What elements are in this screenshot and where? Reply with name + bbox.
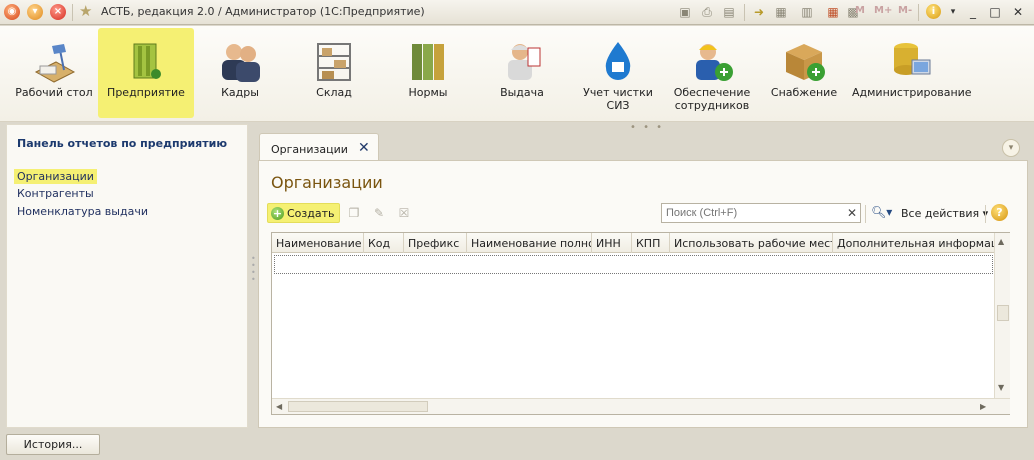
delete-mark-icon[interactable]: ☒ xyxy=(397,206,411,220)
close-tab-icon[interactable]: ✕ xyxy=(358,140,370,156)
scroll-right-icon[interactable]: ▶ xyxy=(980,402,986,411)
print-icon[interactable]: ⎙ xyxy=(700,5,714,19)
column-header-use-workplaces[interactable]: Использовать рабочие места xyxy=(670,233,833,253)
scroll-up-icon[interactable]: ▲ xyxy=(998,237,1004,246)
toolbar-separator xyxy=(72,4,73,21)
enterprise-building-icon xyxy=(133,43,161,79)
edit-icon[interactable]: ✎ xyxy=(372,206,386,220)
section-issue[interactable]: Выдача xyxy=(476,28,568,118)
column-header-inn[interactable]: ИНН xyxy=(592,233,632,253)
section-norms[interactable]: Нормы xyxy=(382,28,474,118)
warehouse-shelf-icon xyxy=(317,43,351,81)
main-menu-button[interactable]: ▾ xyxy=(27,4,43,20)
norms-binders-icon xyxy=(412,44,444,80)
cleaning-drop-icon xyxy=(605,42,631,80)
hscroll-thumb[interactable] xyxy=(288,401,428,412)
search-input[interactable] xyxy=(661,203,861,223)
close-window-icon[interactable]: × xyxy=(50,4,66,20)
section-employee-supply[interactable]: Обеспечение сотрудников xyxy=(664,28,760,118)
calendar-icon[interactable]: ▦ xyxy=(826,5,840,19)
plus-icon: + xyxy=(271,206,284,220)
section-staff[interactable]: Кадры xyxy=(194,28,286,118)
create-button[interactable]: + Создать xyxy=(267,203,340,223)
section-desktop[interactable]: Рабочий стол xyxy=(8,28,100,118)
app-menu-icon[interactable]: ◉ xyxy=(4,4,20,20)
table-header: Наименование Код Префикс Наименование по… xyxy=(272,233,994,253)
toolbar-separator xyxy=(985,205,986,223)
scroll-thumb[interactable] xyxy=(997,305,1009,321)
panel-splitter[interactable]: • • • • xyxy=(251,255,256,285)
goto-icon[interactable]: ➜ xyxy=(752,5,766,19)
staff-people-icon xyxy=(222,44,260,82)
help-icon[interactable]: ? xyxy=(991,204,1008,221)
procurement-box-icon xyxy=(786,44,825,81)
spreadsheet-icon[interactable]: ▥ xyxy=(800,5,814,19)
reports-panel: Панель отчетов по предприятию Организаци… xyxy=(6,124,248,428)
table-row[interactable] xyxy=(274,255,993,274)
all-actions-menu[interactable]: Все действия ▾ xyxy=(901,207,988,220)
column-header-prefix[interactable]: Префикс xyxy=(404,233,467,253)
toolbar-separator xyxy=(918,4,919,21)
tab-organizations[interactable]: Организации ✕ xyxy=(259,133,379,161)
info-icon[interactable]: i xyxy=(926,4,941,19)
section-warehouse[interactable]: Склад xyxy=(288,28,380,118)
vertical-scrollbar[interactable]: ▲ ▼ xyxy=(994,233,1010,398)
section-enterprise[interactable]: Предприятие xyxy=(98,28,194,118)
preview-icon[interactable]: ▤ xyxy=(722,5,736,19)
section-administration[interactable]: Администрирование xyxy=(852,28,972,118)
column-header-kpp[interactable]: КПП xyxy=(632,233,670,253)
column-header-code[interactable]: Код xyxy=(364,233,404,253)
scroll-down-icon[interactable]: ▼ xyxy=(998,383,1004,392)
column-header-additional-info[interactable]: Дополнительная информация xyxy=(833,233,994,253)
window-title: АСТБ, редакция 2.0 / Администратор (1С:П… xyxy=(101,5,425,18)
desk-lamp-icon xyxy=(34,44,76,83)
scroll-left-icon[interactable]: ◀ xyxy=(276,402,282,411)
create-label: Создать xyxy=(287,206,335,220)
nav-link-issue-nomenclature[interactable]: Номенклатура выдачи xyxy=(17,205,148,218)
memory-plus-button[interactable]: M+ xyxy=(874,5,892,16)
panel-title: Панель отчетов по предприятию xyxy=(17,137,228,150)
column-header-full-name[interactable]: Наименование полное xyxy=(467,233,592,253)
horizontal-scrollbar[interactable]: ◀ ▶ xyxy=(272,398,1010,414)
toolbar-separator xyxy=(744,4,745,21)
supply-employee-icon xyxy=(696,44,733,81)
section-procurement[interactable]: Снабжение xyxy=(758,28,850,118)
minimize-button[interactable]: _ xyxy=(964,3,982,21)
section-ppe-cleaning[interactable]: Учет чистки СИЗ xyxy=(570,28,666,118)
maximize-button[interactable]: □ xyxy=(986,3,1004,21)
copy-icon[interactable]: ❐ xyxy=(347,206,361,220)
tabs-dropdown-button[interactable]: ▾ xyxy=(1002,139,1020,157)
sections-panel: Рабочий стол Предприятие Кадры Склад Нор… xyxy=(0,26,1034,133)
search-icon[interactable]: 🔍︎▾ xyxy=(871,205,892,219)
history-button[interactable]: История... xyxy=(6,434,100,455)
form-title: Организации xyxy=(271,173,383,192)
close-button[interactable]: ✕ xyxy=(1009,3,1027,21)
nav-link-organizations[interactable]: Организации xyxy=(14,169,97,184)
info-dropdown-icon[interactable]: ▾ xyxy=(944,3,962,21)
issue-worker-icon xyxy=(508,44,541,80)
favorites-star-icon[interactable]: ★ xyxy=(79,2,92,20)
nav-link-counterparties[interactable]: Контрагенты xyxy=(17,187,94,200)
document-icon[interactable]: ▦ xyxy=(774,5,788,19)
organizations-form: Организации + Создать ❐ ✎ ☒ ✕ 🔍︎▾ Все де… xyxy=(258,160,1028,428)
organizations-table[interactable]: Наименование Код Префикс Наименование по… xyxy=(271,232,1010,415)
memory-minus-button[interactable]: M- xyxy=(898,5,912,16)
clear-search-icon[interactable]: ✕ xyxy=(845,206,859,220)
column-header-name[interactable]: Наименование xyxy=(272,233,364,253)
administration-db-icon xyxy=(894,43,931,75)
status-bar: История... xyxy=(0,430,1034,460)
toolbar-separator xyxy=(865,205,866,223)
title-bar: ◉ ▾ × ★ АСТБ, редакция 2.0 / Администрат… xyxy=(0,0,1034,25)
save-icon[interactable]: ▣ xyxy=(678,5,692,19)
memory-button[interactable]: M xyxy=(855,5,865,16)
tab-strip: Организации ✕ xyxy=(257,131,1028,161)
